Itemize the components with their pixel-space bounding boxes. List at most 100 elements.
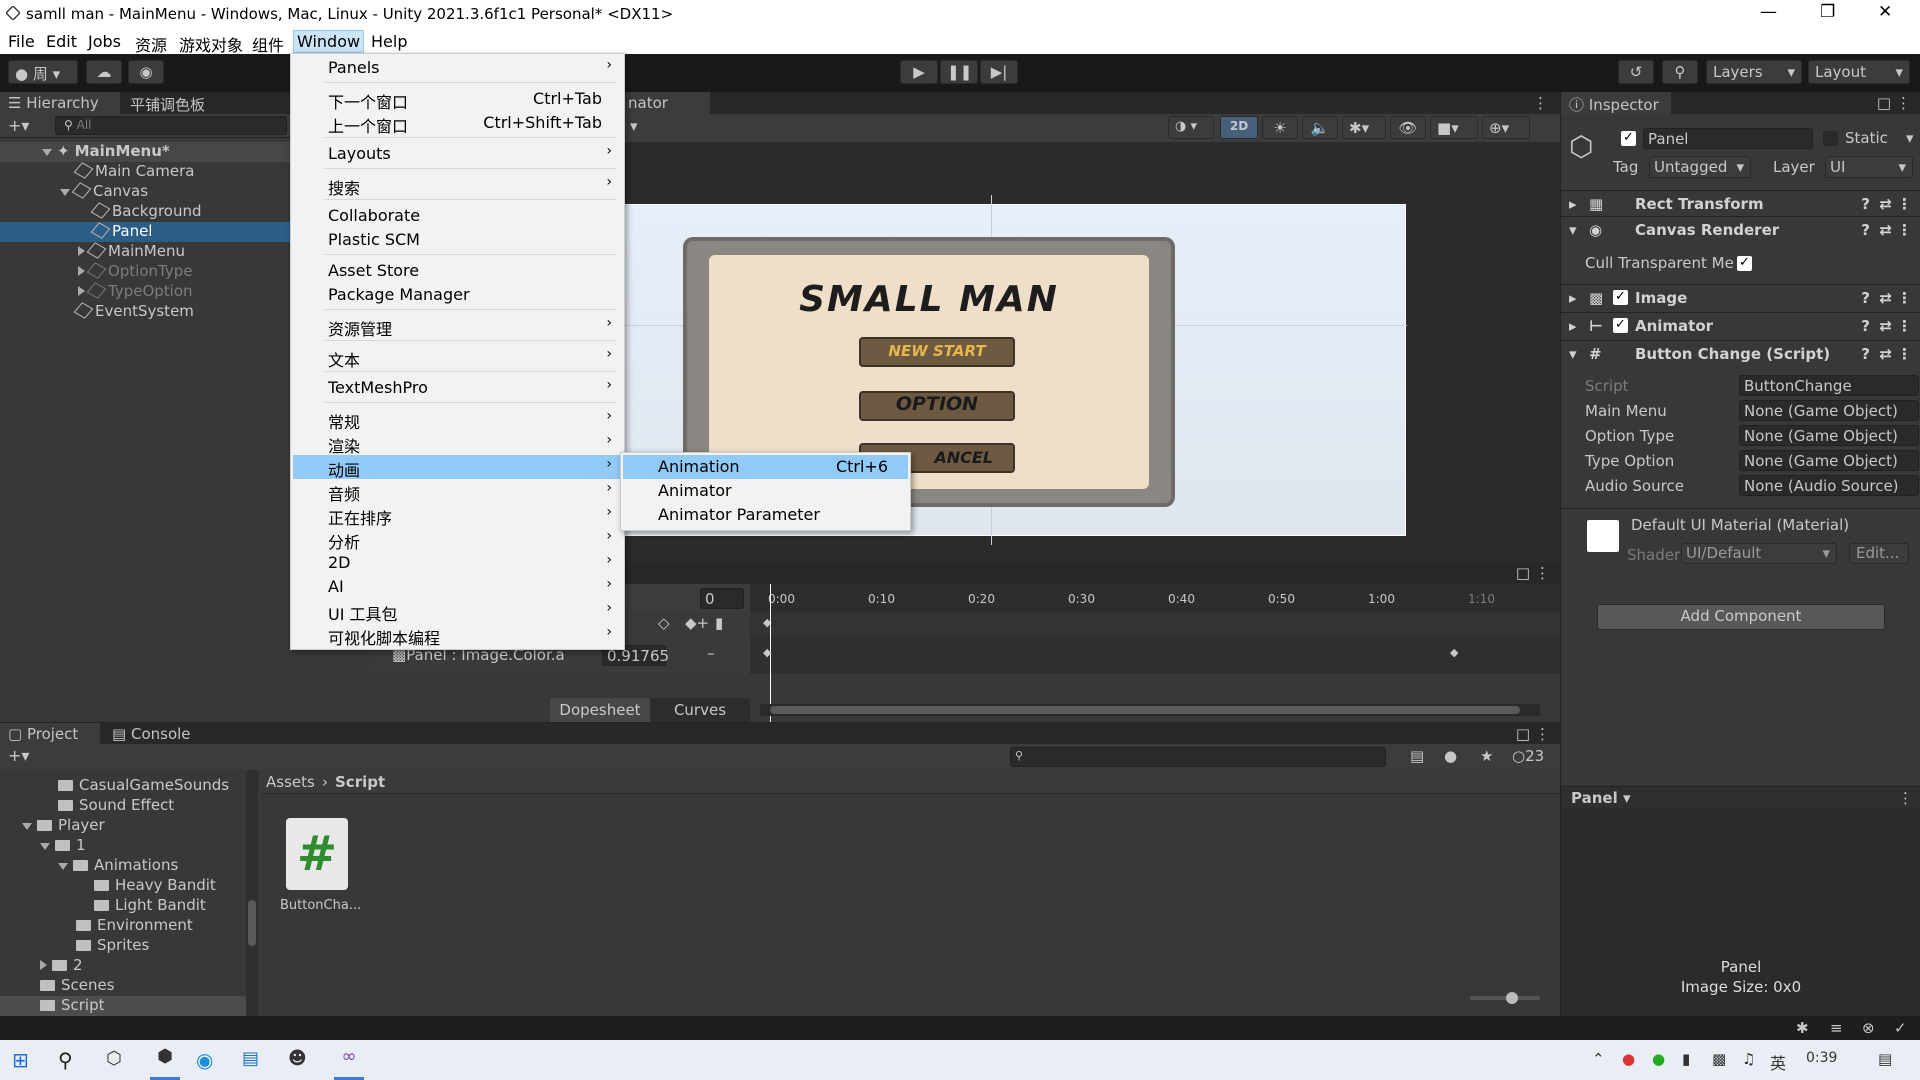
more-icon[interactable]: ⋮: [1535, 725, 1550, 743]
ime-indicator[interactable]: 英: [1770, 1050, 1786, 1074]
key-toggle-icon[interactable]: –: [707, 644, 715, 662]
frame-field[interactable]: 0: [700, 588, 744, 609]
add-key-icon[interactable]: ◆+: [685, 614, 709, 632]
menu-component[interactable]: 组件: [248, 32, 288, 56]
menu-item-text[interactable]: 文本 ›: [293, 345, 622, 370]
summary-track[interactable]: ◆: [750, 612, 1560, 636]
menu-item-package-manager[interactable]: Package Manager: [293, 283, 622, 307]
add-icon[interactable]: +▾: [8, 746, 29, 765]
close-button[interactable]: ✕: [1878, 2, 1892, 22]
component-canvas-renderer[interactable]: ▾ ◉ Canvas Renderer? ⇄ ⋮: [1561, 216, 1920, 242]
account-button[interactable]: ● 周 ▾: [8, 60, 78, 84]
menu-jobs[interactable]: Jobs: [84, 32, 125, 51]
hierarchy-item-main-camera[interactable]: Main Camera: [0, 162, 194, 182]
menu-item-asset-store[interactable]: Asset Store: [293, 259, 622, 283]
clock[interactable]: 0:39: [1806, 1050, 1837, 1066]
menu-item-layouts[interactable]: Layouts ›: [293, 142, 622, 166]
more-icon[interactable]: ⋮: [1533, 94, 1548, 112]
tree-item-scenes[interactable]: Scenes: [0, 976, 115, 996]
hierarchy-item-eventsystem[interactable]: EventSystem: [0, 302, 194, 322]
timeline-ruler[interactable]: 0:00 0:10 0:20 0:30 0:40 0:50 1:00 1:10: [750, 584, 1560, 612]
menu-item-audio[interactable]: 音频 ›: [293, 479, 622, 504]
asset-label[interactable]: ButtonCha...: [280, 898, 361, 913]
layers-dropdown[interactable]: Layers ▾: [1706, 60, 1802, 84]
hierarchy-item-background[interactable]: Background: [0, 202, 202, 222]
more-icon[interactable]: ⋮: [1535, 564, 1550, 582]
volume-icon[interactable]: ♫: [1742, 1050, 1755, 1068]
menu-gameobject[interactable]: 游戏对象: [175, 32, 247, 56]
tab-tile-palette[interactable]: 平铺调色板: [122, 92, 213, 114]
battery-icon[interactable]: ▮: [1682, 1050, 1690, 1068]
tag-dropdown[interactable]: Untagged ▾: [1649, 156, 1751, 178]
active-checkbox[interactable]: ✓: [1621, 131, 1636, 146]
animator-enabled-checkbox[interactable]: ✓: [1613, 318, 1628, 333]
app-icon[interactable]: ▤: [242, 1048, 259, 1069]
type-option-field[interactable]: None (Game Object): [1739, 450, 1919, 471]
visibility-button[interactable]: 👁: [1390, 116, 1426, 139]
submenu-item-animator-parameter[interactable]: Animator Parameter: [623, 503, 908, 527]
help-icon[interactable]: ?: [1861, 195, 1870, 213]
menu-item-general[interactable]: 常规 ›: [293, 407, 622, 432]
cloud-button[interactable]: ☁: [86, 60, 122, 84]
menu-item-next-window[interactable]: 下一个窗口 Ctrl+Tab: [293, 87, 622, 112]
preset-icon[interactable]: ⇄: [1879, 195, 1892, 213]
menu-item-ai[interactable]: AI ›: [293, 575, 622, 599]
tree-item-sound-effect[interactable]: Sound Effect: [0, 796, 174, 816]
restore-button[interactable]: ❐: [1820, 2, 1835, 22]
filter-type-icon[interactable]: ▤: [1410, 747, 1424, 765]
tree-item-environment[interactable]: Environment: [0, 916, 193, 936]
preset-icon[interactable]: ⇄: [1879, 317, 1892, 335]
hierarchy-item-canvas[interactable]: Canvas: [0, 182, 148, 202]
menu-edit[interactable]: Edit: [42, 32, 81, 51]
gizmos-button[interactable]: ⊕▾: [1482, 116, 1530, 139]
more-icon[interactable]: ⋮: [1897, 221, 1912, 239]
zoom-slider[interactable]: [1470, 992, 1540, 1004]
tree-item-light-bandit[interactable]: Light Bandit: [0, 896, 206, 916]
timeline-scrollbar[interactable]: [760, 704, 1540, 716]
csharp-script-icon[interactable]: #: [286, 818, 348, 890]
component-rect-transform[interactable]: ▸ ▦ Rect Transform? ⇄ ⋮: [1561, 190, 1920, 216]
minimize-button[interactable]: —: [1760, 2, 1777, 22]
submenu-item-animation[interactable]: Animation Ctrl+6: [623, 455, 908, 479]
pause-button[interactable]: ❚❚: [940, 60, 978, 84]
game-app-icon[interactable]: ☻: [288, 1048, 307, 1069]
layout-dropdown[interactable]: Layout ▾: [1808, 60, 1910, 84]
event-icon[interactable]: ▮: [715, 614, 723, 632]
dropdown-icon[interactable]: ▾: [630, 117, 638, 135]
tray-expand-icon[interactable]: ⌃: [1592, 1050, 1605, 1068]
notification-icon[interactable]: ▤: [1878, 1050, 1892, 1068]
main-menu-field[interactable]: None (Game Object): [1739, 400, 1919, 421]
help-icon[interactable]: ?: [1861, 345, 1870, 363]
menu-item-2d[interactable]: 2D ›: [293, 551, 622, 575]
zoom-slider-handle[interactable]: [1506, 992, 1518, 1004]
more-icon[interactable]: ⋮: [1897, 345, 1912, 363]
menu-item-animation[interactable]: 动画 ›: [293, 455, 622, 480]
more-icon[interactable]: ⋮: [1896, 94, 1911, 112]
hierarchy-item-typeoption[interactable]: TypeOption: [0, 282, 193, 302]
menu-item-sequencing[interactable]: 正在排序 ›: [293, 503, 622, 528]
tab-hierarchy[interactable]: ☰ Hierarchy: [0, 92, 120, 114]
hierarchy-scene-row[interactable]: ✦ MainMenu*: [0, 142, 290, 162]
help-icon[interactable]: ?: [1861, 221, 1870, 239]
hierarchy-item-optiontype[interactable]: OptionType: [0, 262, 193, 282]
tab-console[interactable]: ▤ Console: [104, 723, 199, 745]
tree-item-script[interactable]: Script: [0, 996, 246, 1016]
tree-item-1[interactable]: 1: [0, 836, 86, 856]
tab-animator[interactable]: nator: [620, 92, 710, 114]
camera-button[interactable]: ■▾: [1430, 116, 1478, 139]
menu-help[interactable]: Help: [367, 32, 411, 51]
scrollbar-thumb[interactable]: [770, 706, 1520, 714]
preset-icon[interactable]: ⇄: [1879, 221, 1892, 239]
menu-item-visual-scripting[interactable]: 可视化脚本编程 ›: [293, 623, 622, 648]
network-icon[interactable]: ⊗: [1862, 1019, 1875, 1037]
menu-window[interactable]: Window: [293, 30, 365, 53]
keyframe-icon[interactable]: ◇: [658, 614, 670, 632]
menu-item-prev-window[interactable]: 上一个窗口 Ctrl+Shift+Tab: [293, 111, 622, 136]
scrollbar-thumb[interactable]: [248, 900, 256, 946]
tree-item-player[interactable]: Player: [0, 816, 105, 836]
lighting-button[interactable]: ☀: [1262, 116, 1298, 139]
tree-item-sprites[interactable]: Sprites: [0, 936, 149, 956]
filter-label-icon[interactable]: ●: [1444, 747, 1457, 765]
option-button[interactable]: OPTION: [859, 391, 1015, 421]
menu-item-panels[interactable]: Panels ›: [293, 56, 622, 80]
